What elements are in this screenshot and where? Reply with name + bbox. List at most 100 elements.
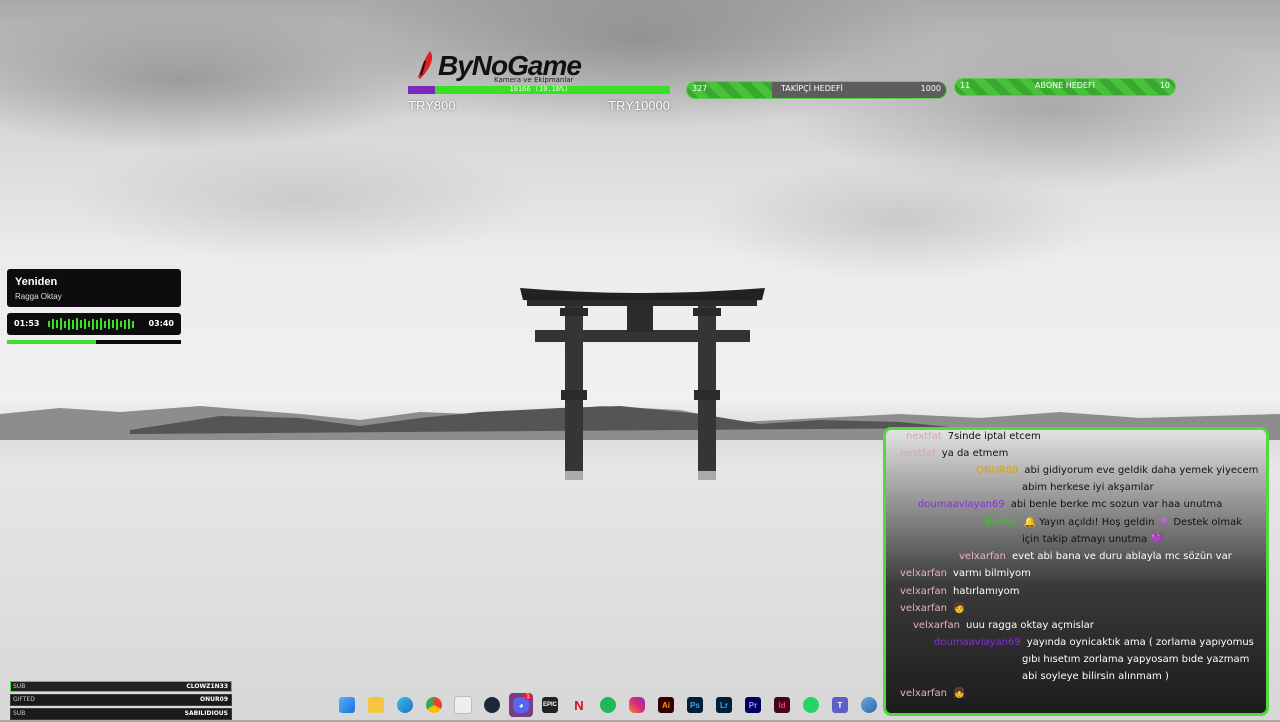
follower-goal-current: 327	[692, 84, 708, 93]
chat-text: ya da etmem	[941, 448, 1009, 459]
waveform-bar	[128, 319, 130, 329]
chat-username: velxarfan	[900, 603, 947, 614]
chat-message: ONUR09 abi gidiyorum eve geldik daha yeme…	[976, 462, 1258, 479]
song-artist: Ragga Oktay	[15, 292, 62, 301]
netflix-icon[interactable]: N	[567, 693, 591, 717]
event-type: SUB	[13, 683, 26, 690]
event-row: GIFTED ONUR09	[10, 694, 232, 706]
donation-max-label: TRY10000	[608, 98, 670, 113]
chat-text: abi soyleye bilirsin alınmam )	[1022, 671, 1169, 682]
teams-icon[interactable]: T	[828, 693, 852, 717]
event-row: SUB SABILIDIOUS	[10, 708, 232, 720]
store-icon[interactable]	[451, 693, 475, 717]
file-explorer-icon[interactable]	[364, 693, 388, 717]
chat-message: velxarfan uuu ragga oktay açmislar	[913, 617, 1094, 634]
waveform-bar	[72, 319, 74, 329]
now-playing-widget: Yeniden Ragga Oktay 01:53 03:40	[7, 269, 181, 344]
song-progress-track	[7, 340, 181, 344]
chat-username: ONUR09	[976, 465, 1019, 476]
chat-message: velxarfan hatırlamıyom	[900, 583, 1019, 600]
chat-username: velxarfan	[959, 551, 1006, 562]
whatsapp-icon[interactable]	[799, 693, 823, 717]
follower-goal-label: TAKİPÇİ HEDEFİ	[781, 84, 843, 93]
subscriber-goal-bar: 11 ABONE HEDEFİ 10	[954, 78, 1176, 96]
event-type: GIFTED	[13, 696, 35, 703]
song-title: Yeniden	[15, 276, 58, 288]
edge-dev-icon[interactable]	[857, 693, 881, 717]
event-row: SUB CLOWZ1N33	[10, 681, 232, 692]
chat-text: varmı bilmiyom	[953, 568, 1031, 579]
chat-text-continued: abim herkese iyi akşamlar	[1022, 482, 1154, 493]
follower-goal-target: 1000	[920, 84, 941, 93]
emote-icon: 🧑	[953, 603, 966, 614]
torii-gate	[520, 288, 765, 480]
donation-progress-bar: 10166 (10.16%)	[408, 85, 670, 94]
chat-message: velxarfan varmı bilmiyom	[900, 565, 1031, 582]
song-elapsed: 01:53	[14, 319, 40, 328]
sub-goal-current: 11	[960, 81, 971, 90]
chat-text: gıbı hısetım zorlama yapyosam bıde yazma…	[1022, 654, 1250, 665]
edge-icon[interactable]	[393, 693, 417, 717]
discord-icon[interactable]: ◕ 1	[509, 693, 533, 717]
waveform-bar	[48, 321, 50, 327]
spotify-icon[interactable]	[596, 693, 620, 717]
chat-text: hatırlamıyom	[953, 586, 1020, 597]
waveform-bar	[60, 318, 62, 330]
follower-goal-bar: 327 TAKİPÇİ HEDEFİ 1000	[686, 81, 947, 99]
chat-username: nextfat	[900, 448, 936, 459]
lightroom-icon[interactable]: Lr	[712, 693, 736, 717]
waveform-bar	[108, 319, 110, 329]
chat-text: abi gidiyorum eve geldik daha yemek yiye…	[1024, 465, 1259, 476]
waveform-bar	[80, 320, 82, 328]
premiere-icon[interactable]: Pr	[741, 693, 765, 717]
waveform-bar	[120, 321, 122, 327]
chat-username: nextfat	[906, 431, 942, 442]
chat-text: abi benle berke mc sozun var haa unutma	[1010, 499, 1223, 510]
illustrator-icon[interactable]: Ai	[654, 693, 678, 717]
sky-clouds	[0, 0, 1280, 300]
recent-events-list: SUB CLOWZ1N33 GIFTED ONUR09 SUB SABILIDIOUS	[10, 681, 232, 722]
waveform-bar	[84, 319, 86, 329]
stream-chat-panel[interactable]: nextfat 7sinde iptal etcem nextfat ya da e…	[883, 427, 1269, 716]
emote-icon: 👧	[953, 688, 966, 699]
photoshop-icon[interactable]: Ps	[683, 693, 707, 717]
instagram-icon[interactable]	[625, 693, 649, 717]
chat-text: 7sinde iptal etcem	[947, 431, 1041, 442]
steam-icon[interactable]	[480, 693, 504, 717]
waveform-bar	[124, 319, 126, 329]
event-name: CLOWZ1N33	[186, 683, 228, 690]
chat-text-continued: abi soyleye bilirsin alınmam )	[1022, 668, 1169, 685]
chat-message: BotRix 🔔 Yayın açıldı! Hoş geldin 👾 Deste…	[985, 514, 1242, 531]
taskbar: ◕ 1 EPIC N Ai Ps Lr Pr Id T	[335, 692, 881, 718]
event-name: ONUR09	[200, 696, 228, 703]
epic-games-icon[interactable]: EPIC	[538, 693, 562, 717]
waveform-bar	[88, 321, 90, 327]
windows-icon[interactable]	[335, 693, 359, 717]
chrome-icon[interactable]	[422, 693, 446, 717]
chat-text-continued: gıbı hısetım zorlama yapyosam bıde yazma…	[1022, 651, 1249, 668]
waveform-bar	[52, 319, 54, 329]
chat-text: 🔔 Yayın açıldı! Hoş geldin 👾 Destek olma…	[1023, 517, 1242, 528]
chat-text: yayında oynicaktık ama ( zorlama yapıyom…	[1026, 637, 1254, 648]
song-duration: 03:40	[148, 319, 174, 328]
chat-username: doumaavlayan69	[934, 637, 1021, 648]
chat-message: doumaavlayan69 yayında oynicaktık ama ( z…	[934, 634, 1254, 651]
waveform-bar	[132, 320, 134, 328]
discord-badge: 1	[524, 693, 532, 700]
donation-min-label: TRY800	[408, 98, 456, 113]
chat-username: velxarfan	[900, 688, 947, 699]
waveform-bar	[56, 320, 58, 328]
indesign-icon[interactable]: Id	[770, 693, 794, 717]
sub-goal-label: ABONE HEDEFİ	[1035, 81, 1095, 90]
waveform-bar	[68, 318, 70, 330]
chat-text: evet abi bana ve duru ablayla mc sözün v…	[1012, 551, 1232, 562]
song-card: Yeniden Ragga Oktay	[7, 269, 181, 307]
chat-username: velxarfan	[900, 568, 947, 579]
chat-message: velxarfan 🧑	[900, 600, 965, 617]
waveform-bar	[112, 320, 114, 328]
waveform-bar	[76, 318, 78, 330]
chat-message: nextfat 7sinde iptal etcem	[906, 430, 1041, 445]
chat-username: BotRix	[985, 517, 1018, 528]
chat-username: velxarfan	[913, 620, 960, 631]
waveform-bar	[116, 318, 118, 330]
